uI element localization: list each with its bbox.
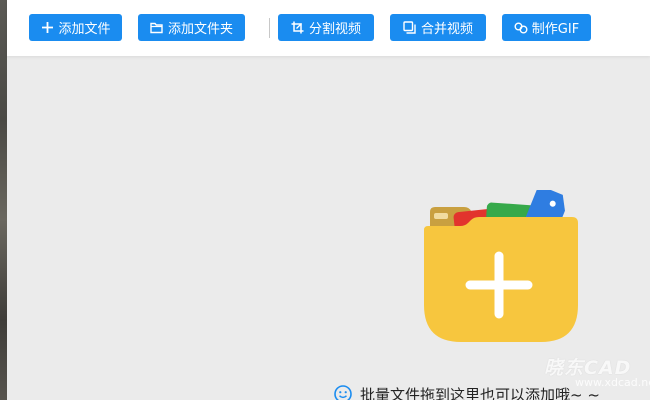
background-window-edge xyxy=(0,0,7,400)
merge-video-label: 合并视频 xyxy=(420,22,473,37)
drop-hint: 批量文件拖到这里也可以添加哦~ ~ xyxy=(334,385,600,400)
plus-icon xyxy=(40,21,54,35)
add-file-label: 添加文件 xyxy=(58,22,111,37)
folder-add-icon[interactable] xyxy=(424,185,580,349)
crop-icon xyxy=(291,21,305,35)
merge-video-button[interactable]: 合并视频 xyxy=(390,14,486,41)
make-gif-button[interactable]: 制作GIF xyxy=(502,14,591,41)
add-folder-button[interactable]: 添加文件夹 xyxy=(138,14,245,41)
split-video-label: 分割视频 xyxy=(308,22,361,37)
add-folder-label: 添加文件夹 xyxy=(167,22,233,37)
add-file-button[interactable]: 添加文件 xyxy=(29,14,122,41)
folder-icon xyxy=(150,21,164,35)
make-gif-label: 制作GIF xyxy=(531,22,580,37)
copy-icon xyxy=(403,21,417,35)
split-video-button[interactable]: 分割视频 xyxy=(278,14,374,41)
smile-icon xyxy=(334,385,352,400)
link-icon xyxy=(514,21,528,35)
drop-hint-text: 批量文件拖到这里也可以添加哦~ ~ xyxy=(360,385,600,400)
toolbar: 添加文件 添加文件夹 分割视频 合并视频 制作GIF xyxy=(7,0,650,56)
toolbar-divider xyxy=(269,18,270,38)
